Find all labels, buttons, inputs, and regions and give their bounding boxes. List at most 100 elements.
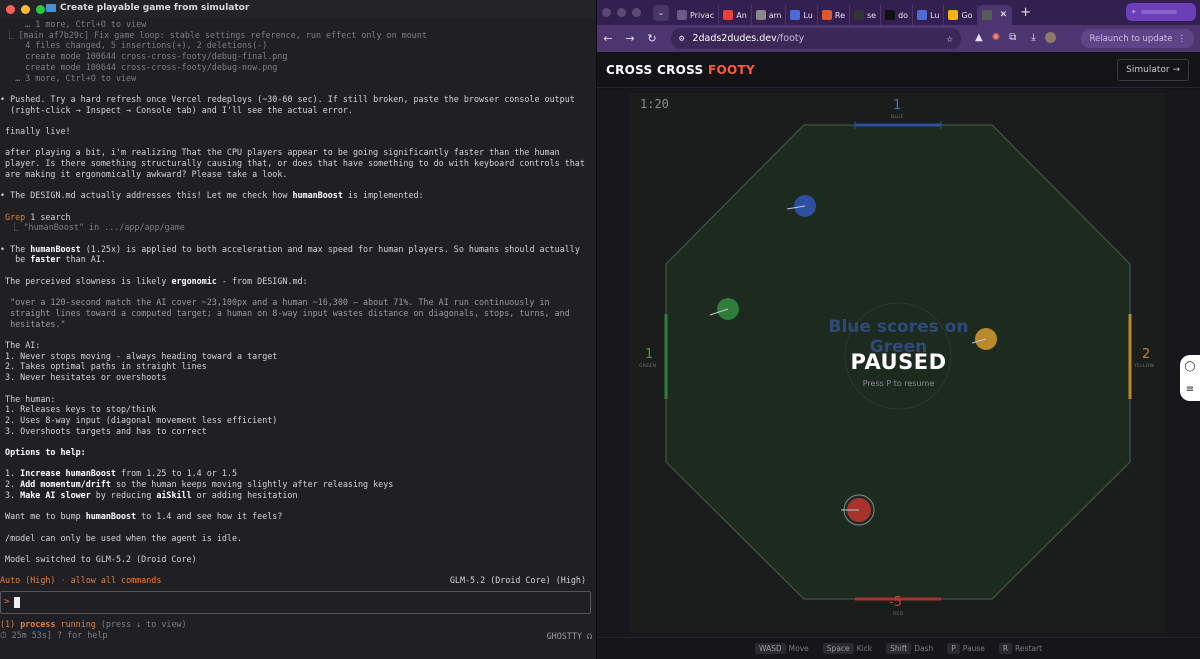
browser-tab[interactable]: ✕ [977,5,1013,25]
terminal-line: be faster than AI. [0,254,106,265]
browser-tab[interactable]: Lu [786,5,818,25]
browser-minimize-button[interactable] [617,8,626,17]
window-controls [0,4,45,14]
team-label-yellow: YELLOW [1134,364,1155,369]
gmail-icon [723,10,734,20]
close-tab-icon[interactable]: ✕ [1000,10,1008,20]
terminal-line: • The humanBoost (1.25x) is applied to b… [0,243,580,254]
minimize-window-button[interactable] [21,4,30,14]
browser-tab[interactable]: Lu [913,5,945,25]
control-hint: R Restart [998,643,1042,654]
openai-icon [854,10,864,20]
control-hint: Shift Dash [886,643,934,654]
avatar[interactable] [1044,32,1056,43]
help-hint: ? for help [56,630,108,640]
browser-tab[interactable]: Privac [673,5,720,25]
tab-label: Lu [803,10,813,20]
tab-list: Privac An am Lu Re se do Lu Go ✕ [673,0,1013,25]
reload-button[interactable]: ↻ [641,32,663,45]
terminal-line: Options to help: [0,447,86,457]
browser-zoom-button[interactable] [632,8,641,17]
toolbar: ← → ↻ ⚙ 2dads2dudes.dev/footy ☆ ▲ ✺ ⧉ ⤓ … [597,25,1200,52]
process-hint: (press ↓ to view) [100,619,187,629]
folder-icon [46,4,56,12]
close-window-button[interactable] [6,4,15,14]
extension-vercel-icon[interactable]: ▲ [975,32,983,43]
reddit-icon [821,10,832,20]
logo-text: CROSS CROSS [606,63,704,77]
browser-tab[interactable]: do [881,5,914,25]
new-tab-button[interactable]: + [1020,5,1031,20]
terminal-line: create mode 100644 cross-cross-footy/deb… [0,61,278,72]
site-info-icon[interactable]: ⚙ [679,34,684,44]
tab-label: An [736,10,747,20]
paused-title: PAUSED [850,350,947,374]
url-domain: 2dads2dudes.dev [692,33,777,44]
terminal-line: straight lines toward a computed target;… [0,307,570,318]
browser-tab[interactable]: Go [944,5,978,25]
terminal-line: 3. Make AI slower by reducing aiSkill or… [0,489,298,500]
extension-claude-icon[interactable]: ✺ [992,32,1000,43]
vercel-icon [885,10,896,20]
tab-search-button[interactable]: ⌄ [653,4,669,21]
logo-accent-text: FOOTY [707,63,755,77]
terminal-line: • Pushed. Try a hard refresh once Vercel… [0,93,575,104]
tab-label: Re [834,10,845,20]
downloads-icon[interactable]: ⤓ [1031,32,1035,43]
terminal-line: /model can only be used when the agent i… [0,532,243,543]
browser-tab[interactable]: An [719,5,752,25]
key-cap: P [947,643,960,654]
prompt-input[interactable]: > [0,591,591,614]
process-status[interactable]: (1) process running (press ↓ to view) [0,619,187,630]
score-red: -5 [889,595,902,610]
score-yellow: 2 [1142,347,1151,362]
terminal-line: ⎿ "humanBoost" in .../app/app/game [0,222,185,233]
terminal-line: 2. Add momentum/drift so the human keeps… [0,479,394,490]
privacy-icon [677,10,687,20]
meet-icon [948,10,959,20]
process-state: running [60,619,96,629]
terminal-line: player. Is there something structurally … [0,158,585,169]
profile-chip[interactable]: ✦ [1126,3,1196,21]
team-label-blue: BLUE [891,115,904,120]
terminal-window: Create playable game from simulator … 1 … [0,0,597,659]
extension-icons: ▲ ✺ ⧉ ⤓ [975,32,1056,43]
browser-tab[interactable]: se [850,5,882,25]
profile-chip-label [1141,10,1178,14]
permission-mode[interactable]: allow all commands [71,575,162,585]
terminal-line: after playing a bit, i'm realizing That … [0,147,560,158]
bookmark-star-icon[interactable]: ☆ [946,32,953,45]
relaunch-button[interactable]: Relaunch to update ⋮ [1081,29,1194,48]
tab-label: am [768,10,782,20]
terminal-line: "over a 120-second match the AI cover ~2… [0,297,550,308]
browser-tab[interactable]: am [752,5,787,25]
extensions-puzzle-icon[interactable]: ⧉ [1009,32,1016,43]
text-cursor [14,597,20,608]
browser-tab[interactable]: Re [818,5,850,25]
terminal-titlebar: Create playable game from simulator [0,0,596,18]
terminal-line: are making it ergonomically awkward? Ple… [0,168,288,179]
elapsed-status: ⏱ 25m 53s] ? for help [0,630,107,641]
match-timer: 1:20 [640,97,669,111]
key-cap: R [998,643,1013,654]
site-header: CROSS CROSS FOOTY Simulator → [597,52,1200,88]
browser-window-controls [597,8,653,17]
address-bar[interactable]: ⚙ 2dads2dudes.dev/footy ☆ [671,28,961,49]
more-menu-icon[interactable]: ⋮ [1178,34,1187,44]
forward-button[interactable]: → [619,32,641,45]
back-button[interactable]: ← [597,32,619,45]
control-action: Dash [914,644,934,653]
list-icon[interactable]: ≡ [1186,384,1194,395]
browser-close-button[interactable] [602,8,611,17]
game-canvas[interactable]: 1:20 1 BLUE 1 GREEN 2 YELLOW -5 RED Blue… [597,89,1200,637]
terminal-line: 1. Releases keys to stop/think [0,404,157,415]
process-count: (1) [0,619,16,629]
site-logo[interactable]: CROSS CROSS FOOTY [606,63,755,77]
control-action: Kick [856,644,873,653]
chat-bubble-icon[interactable]: ◯ [1184,361,1195,372]
tab-label: do [898,10,909,20]
zoom-window-button[interactable] [36,4,45,14]
controls-legend: WASD Move Space Kick Shift Dash P Pause R Restart [597,637,1200,659]
simulator-button[interactable]: Simulator → [1117,59,1189,81]
terminal-line: Want me to bump humanBoost to 1.4 and se… [0,511,283,522]
